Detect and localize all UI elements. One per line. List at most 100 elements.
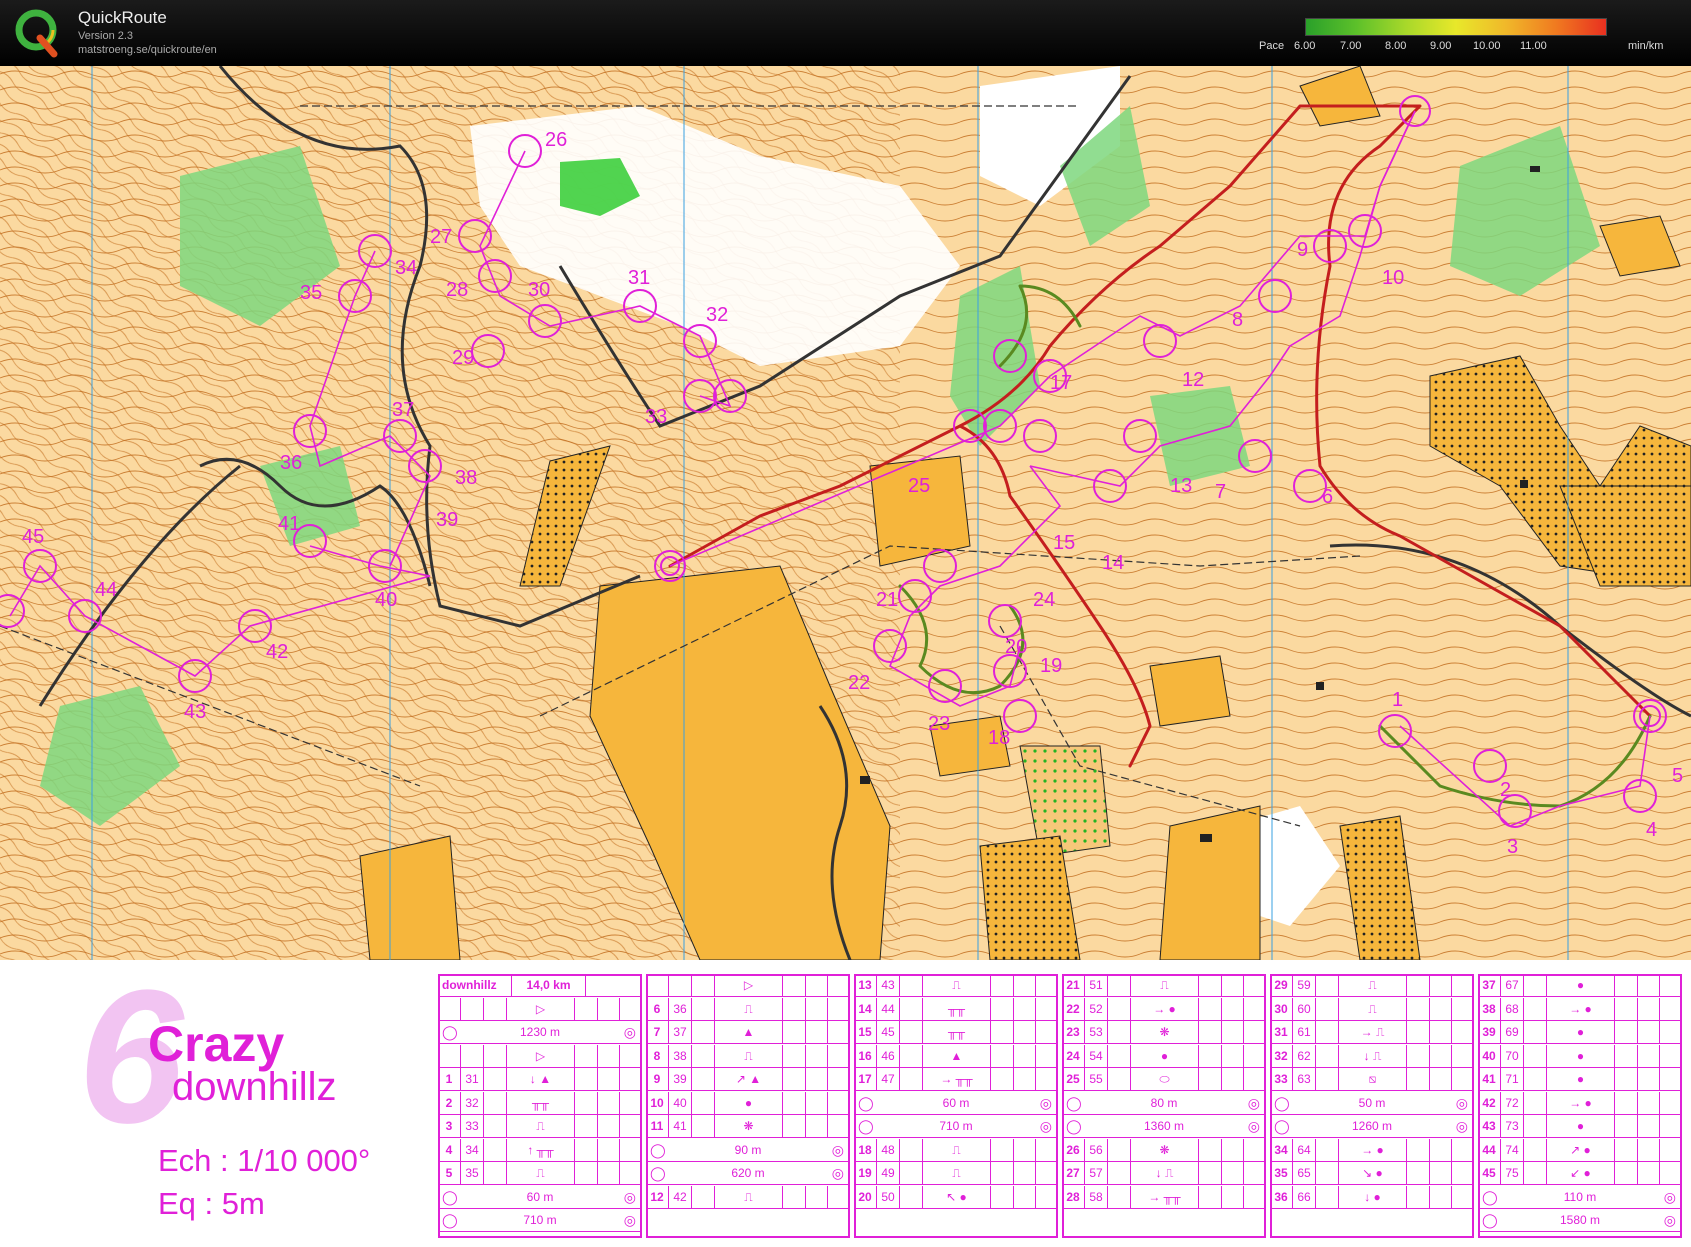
control-number: 38	[455, 467, 477, 489]
empty-cell	[828, 1068, 850, 1091]
app-url[interactable]: matstroeng.se/quickroute/en	[78, 44, 217, 56]
control-code: 52	[1085, 997, 1108, 1021]
empty-cell	[1244, 1045, 1266, 1068]
app-version: Version 2.3	[78, 30, 134, 42]
control-sequence	[438, 1044, 461, 1068]
empty-cell	[1638, 1115, 1660, 1138]
empty-cell	[484, 1091, 507, 1115]
empty-cell	[1615, 974, 1638, 997]
feature-symbol-icon: ↓ ⎍	[1339, 1044, 1407, 1068]
description-row: 620 m ◯ ◎	[646, 1162, 850, 1185]
description-row: 22 52 → ●	[1062, 997, 1266, 1021]
orienteering-map[interactable]: 1 2 3 4 5 6 7 8 9 10 12 13 14 15 17 18 1…	[0, 66, 1691, 960]
control-number: 32	[706, 304, 728, 326]
empty-cell	[598, 1138, 620, 1162]
empty-cell	[620, 1068, 642, 1091]
control-sequence: 2	[438, 1091, 461, 1115]
feature-symbol-icon: ↓ ⎍	[1131, 1162, 1199, 1185]
description-row: 11 41 ❋	[646, 1115, 850, 1138]
empty-cell	[1036, 1021, 1058, 1044]
feature-symbol-icon: ▷	[507, 1044, 575, 1068]
control-sequence: 37	[1478, 974, 1501, 997]
empty-cell	[484, 997, 507, 1021]
description-row: 35 65 ↘ ●	[1270, 1162, 1474, 1185]
pace-color-scale	[1305, 18, 1607, 36]
empty-cell	[1244, 1068, 1266, 1091]
control-code	[461, 1044, 484, 1068]
control-number: 29	[452, 347, 474, 369]
control-code: 72	[1501, 1091, 1524, 1115]
empty-cell	[1524, 1021, 1547, 1044]
empty-cell	[806, 1021, 828, 1044]
control-code: 38	[669, 1044, 692, 1068]
start-circle-icon: ◯	[858, 1094, 874, 1111]
finish-circle-icon: ◎	[1455, 1118, 1468, 1134]
control-sequence: 34	[1270, 1138, 1293, 1162]
start-circle-icon: ◯	[1274, 1118, 1290, 1134]
description-row: 710 m ◯ ◎	[854, 1115, 1058, 1138]
empty-cell	[1244, 1186, 1266, 1209]
empty-cell	[1108, 1068, 1131, 1091]
control-number: 30	[528, 279, 550, 301]
control-sequence: 39	[1478, 1021, 1501, 1044]
description-row: 15 45 ╥╥	[854, 1021, 1058, 1044]
description-row: ▷	[438, 997, 642, 1021]
description-row: 27 57 ↓ ⎍	[1062, 1162, 1266, 1185]
empty-cell	[900, 1185, 923, 1209]
feature-symbol-icon: ⎍	[1339, 997, 1407, 1021]
control-sequence: 43	[1478, 1115, 1501, 1138]
control-number: 7	[1215, 481, 1226, 503]
feature-symbol-icon: → ●	[1547, 997, 1615, 1021]
control-number: 3	[1507, 836, 1518, 858]
finish-circle-icon: ◎	[1663, 1188, 1676, 1205]
control-sequence: 4	[438, 1138, 461, 1162]
start-circle-icon: ◯	[858, 1118, 874, 1134]
control-sequence: 26	[1062, 1138, 1085, 1162]
empty-cell	[692, 974, 715, 997]
description-row: 6 36 ⎍	[646, 997, 850, 1021]
leg-distance: 1230 m	[438, 1021, 642, 1044]
empty-cell	[1316, 1021, 1339, 1044]
description-row: 110 m ◯ ◎	[1478, 1186, 1682, 1209]
app-title: QuickRoute	[78, 8, 167, 27]
control-sequence: 13	[854, 974, 877, 997]
empty-cell	[1638, 1091, 1660, 1115]
empty-cell	[692, 1091, 715, 1115]
empty-cell	[1014, 997, 1036, 1021]
leg-distance: 110 m	[1478, 1186, 1682, 1209]
control-number: 34	[395, 257, 417, 279]
control-sequence: 24	[1062, 1044, 1085, 1068]
feature-symbol-icon: ❋	[715, 1115, 783, 1138]
start-circle-icon: ◯	[442, 1188, 458, 1205]
control-sequence: 6	[646, 997, 669, 1021]
empty-cell	[1615, 1044, 1638, 1068]
feature-symbol-icon: ↘ ●	[1339, 1162, 1407, 1185]
empty-cell	[575, 1091, 598, 1115]
description-row: 39 69 ●	[1478, 1021, 1682, 1044]
description-row: 9 39 ↗ ▲	[646, 1068, 850, 1091]
empty-cell	[900, 997, 923, 1021]
description-row: 2 32 ╥╥	[438, 1091, 642, 1115]
feature-symbol-icon: ╥╥	[923, 1021, 991, 1044]
control-code: 39	[669, 1068, 692, 1091]
description-row: ▷	[646, 974, 850, 997]
control-sequence: 22	[1062, 997, 1085, 1021]
control-sequence: 10	[646, 1091, 669, 1115]
empty-cell	[1036, 1162, 1058, 1185]
description-row: 1 31 ↓ ▲	[438, 1068, 642, 1091]
description-row: 41 71 ●	[1478, 1068, 1682, 1091]
empty-cell	[1524, 1162, 1547, 1185]
control-sequence: 32	[1270, 1044, 1293, 1068]
empty-cell	[484, 1044, 507, 1068]
empty-cell	[1430, 1138, 1452, 1162]
empty-cell	[1524, 1138, 1547, 1162]
control-sequence: 25	[1062, 1068, 1085, 1091]
control-number: 6	[1322, 486, 1333, 508]
control-sequence: 36	[1270, 1185, 1293, 1209]
finish-circle-icon: ◎	[623, 1188, 636, 1205]
control-code: 59	[1293, 974, 1316, 997]
empty-cell	[1407, 997, 1430, 1021]
control-sequence: 41	[1478, 1068, 1501, 1091]
empty-cell	[1036, 974, 1058, 997]
description-row: 45 75 ↙ ●	[1478, 1162, 1682, 1185]
